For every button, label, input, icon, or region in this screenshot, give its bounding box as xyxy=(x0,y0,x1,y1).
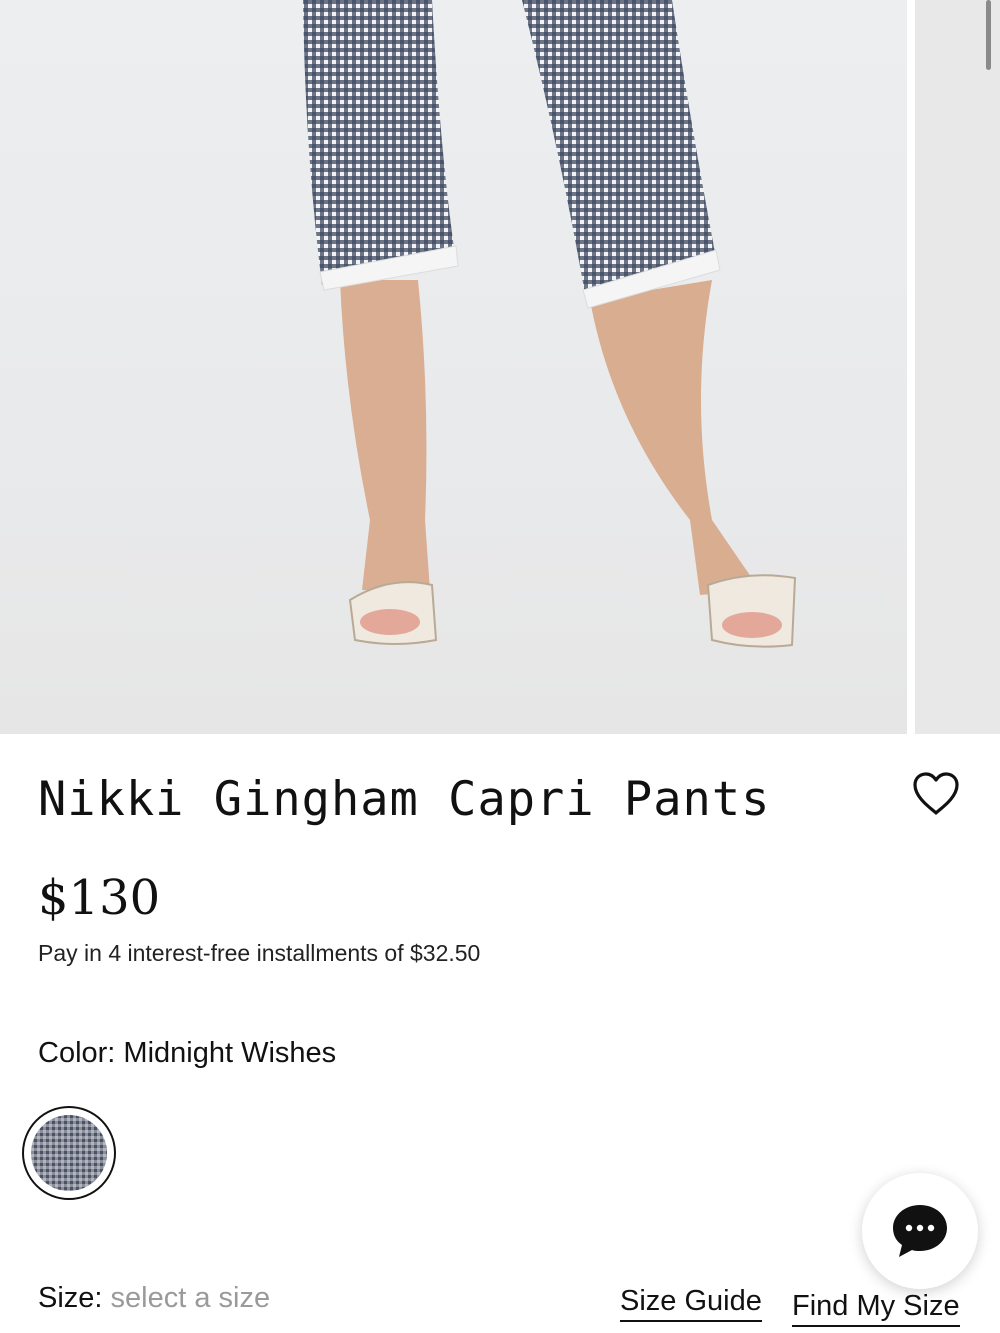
next-product-photo[interactable] xyxy=(915,0,1000,734)
color-value: Midnight Wishes xyxy=(123,1037,337,1069)
find-my-size-link[interactable]: Find My Size xyxy=(792,1290,960,1327)
size-guide-link[interactable]: Size Guide xyxy=(620,1285,762,1322)
product-title: Nikki Gingham Capri Pants xyxy=(38,772,771,827)
product-photo-illustration xyxy=(303,0,797,648)
installments-text: Pay in 4 interest-free installments of $… xyxy=(38,940,481,966)
color-swatch-midnight-wishes[interactable] xyxy=(22,1106,116,1200)
product-price: $130 xyxy=(38,870,161,926)
wishlist-button[interactable] xyxy=(908,766,964,822)
chat-button[interactable] xyxy=(862,1173,978,1289)
heart-icon xyxy=(913,772,959,815)
size-placeholder: select a size xyxy=(110,1282,271,1314)
scroll-indicator[interactable] xyxy=(986,0,991,70)
size-selector[interactable]: Size: select a size xyxy=(38,1282,270,1315)
color-selection-label: Color: Midnight Wishes xyxy=(38,1037,336,1070)
swatch-gingham-pattern xyxy=(31,1115,107,1191)
size-label: Size: xyxy=(38,1282,111,1314)
product-image-carousel[interactable] xyxy=(0,0,1000,734)
chat-bubble-icon xyxy=(893,1205,947,1257)
color-label: Color: xyxy=(38,1037,124,1069)
